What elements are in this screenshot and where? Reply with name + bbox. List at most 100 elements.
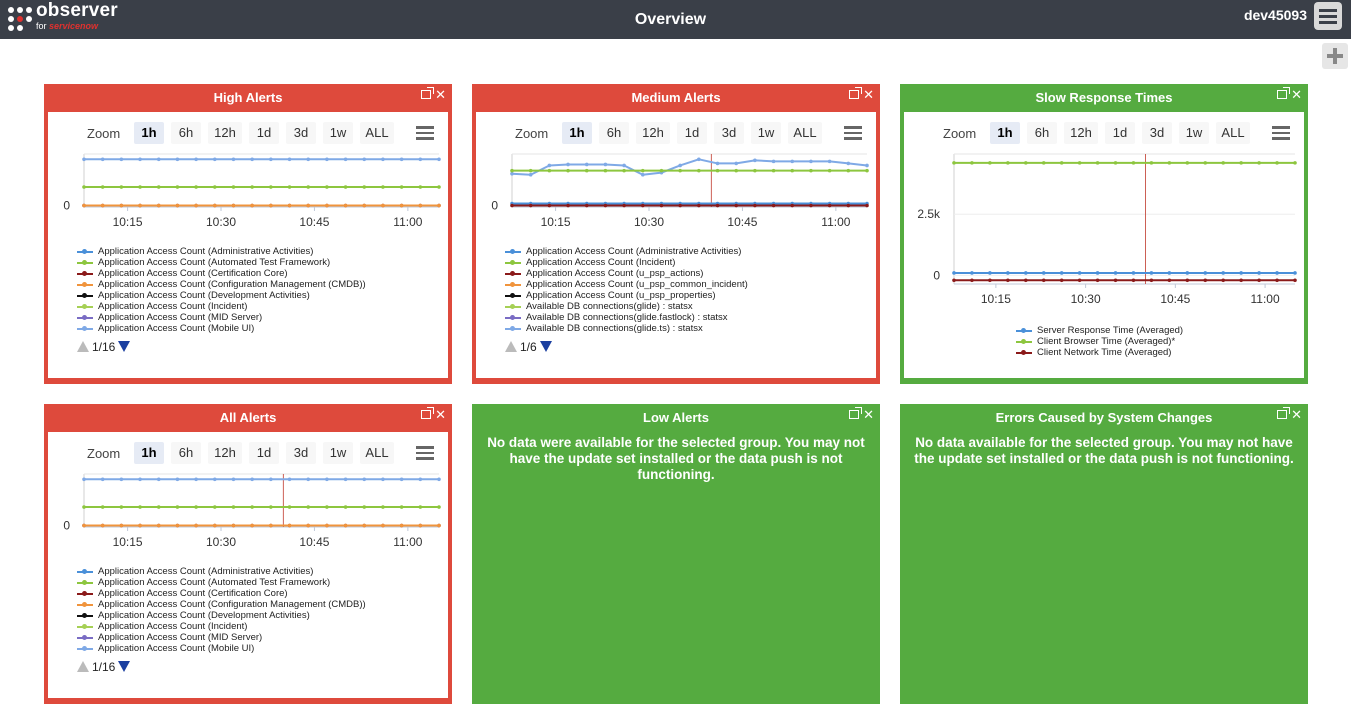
legend-item[interactable]: Application Access Count (Administrative… <box>505 246 748 257</box>
legend-item[interactable]: Application Access Count (Automated Test… <box>77 257 366 268</box>
chart-panel: Zoom 1h 6h 12h 1d 3d 1w ALL 0 10:15 10:30 10:45 11:… <box>476 112 876 378</box>
pager-down-icon[interactable] <box>118 661 131 672</box>
close-icon[interactable]: ✕ <box>435 87 446 102</box>
legend-label: Available DB connections(glide.ts) : sta… <box>526 323 703 334</box>
pager-up-icon[interactable] <box>505 341 517 352</box>
data-point <box>528 203 533 208</box>
data-point <box>1257 161 1261 165</box>
legend-swatch-icon <box>505 326 521 331</box>
popout-icon[interactable] <box>849 87 863 99</box>
legend-item[interactable]: Application Access Count (u_psp_actions) <box>505 268 748 279</box>
data-point <box>603 168 608 173</box>
data-point <box>437 157 441 162</box>
data-point <box>437 477 441 482</box>
popout-icon[interactable] <box>421 407 435 419</box>
popout-icon[interactable] <box>421 87 435 99</box>
legend-swatch-icon <box>505 304 521 309</box>
data-point <box>827 159 832 164</box>
plus-icon[interactable] <box>1322 43 1348 69</box>
legend-item[interactable]: Application Access Count (Administrative… <box>77 246 366 257</box>
close-icon[interactable]: ✕ <box>435 407 446 422</box>
data-point <box>659 203 664 208</box>
legend-item[interactable]: Application Access Count (Configuration … <box>77 599 366 610</box>
popout-icon[interactable] <box>1277 407 1291 419</box>
legend-item[interactable]: Client Browser Time (Averaged)* <box>1016 336 1183 347</box>
data-point <box>734 168 739 173</box>
chart-legend: Server Response Time (Averaged) Client Br… <box>1016 325 1183 358</box>
pager-up-icon[interactable] <box>77 341 89 352</box>
data-point <box>119 185 124 189</box>
data-point <box>399 157 404 162</box>
data-point <box>362 185 367 189</box>
legend-item[interactable]: Application Access Count (Incident) <box>77 621 366 632</box>
data-point <box>715 168 720 173</box>
pager-text: 1/6 <box>520 340 537 354</box>
legend-label: Application Access Count (Configuration … <box>98 279 366 290</box>
data-point <box>212 477 217 482</box>
legend-item[interactable]: Client Network Time (Averaged) <box>1016 347 1183 358</box>
legend-item[interactable]: Application Access Count (MID Server) <box>77 632 366 643</box>
pager-down-icon[interactable] <box>118 341 131 352</box>
data-point <box>1059 278 1064 283</box>
data-point <box>790 203 795 208</box>
data-point <box>194 505 198 509</box>
legend-item[interactable]: Application Access Count (Development Ac… <box>77 290 366 301</box>
data-point <box>952 278 956 283</box>
legend-item[interactable]: Application Access Count (Certification … <box>77 268 366 279</box>
popout-icon[interactable] <box>849 407 863 419</box>
legend-label: Application Access Count (u_psp_actions) <box>526 268 704 279</box>
data-point <box>325 203 329 208</box>
popout-icon[interactable] <box>1277 87 1291 99</box>
data-point <box>306 185 311 189</box>
y-tick-label: 0 <box>63 199 70 213</box>
legend-item[interactable]: Available DB connections(glide.fastlock)… <box>505 312 748 323</box>
hamburger-menu-icon[interactable] <box>1314 2 1342 30</box>
legend-item[interactable]: Application Access Count (Incident) <box>505 257 748 268</box>
data-point <box>381 157 385 162</box>
close-icon[interactable]: ✕ <box>863 87 874 102</box>
legend-item[interactable]: Application Access Count (Administrative… <box>77 566 366 577</box>
legend-item[interactable]: Application Access Count (Mobile UI) <box>77 323 366 334</box>
data-point <box>250 505 254 509</box>
page-title: Overview <box>634 11 707 28</box>
data-point <box>1113 278 1118 283</box>
data-point <box>100 185 105 189</box>
widget-controls: ✕ <box>849 407 874 423</box>
data-point <box>1167 271 1172 275</box>
data-point <box>659 168 664 173</box>
legend-item[interactable]: Application Access Count (Certification … <box>77 588 366 599</box>
series-line[interactable] <box>511 158 868 176</box>
data-point <box>566 168 570 173</box>
data-point <box>287 477 292 482</box>
legend-item[interactable]: Application Access Count (Development Ac… <box>77 610 366 621</box>
data-point <box>175 157 180 162</box>
legend-item[interactable]: Server Response Time (Averaged) <box>1016 325 1183 336</box>
legend-item[interactable]: Available DB connections(glide.ts) : sta… <box>505 323 748 334</box>
data-point <box>1293 161 1297 165</box>
data-point <box>734 161 739 166</box>
legend-item[interactable]: Application Access Count (u_psp_common_i… <box>505 279 748 290</box>
pager-up-icon[interactable] <box>77 661 89 672</box>
close-icon[interactable]: ✕ <box>863 407 874 422</box>
line-chart: 0 10:15 10:30 10:45 11:00 <box>63 473 441 549</box>
legend-swatch-icon <box>77 304 93 309</box>
legend-item[interactable]: Application Access Count (u_psp_properti… <box>505 290 748 301</box>
data-point <box>1203 271 1208 275</box>
legend-item[interactable]: Application Access Count (Mobile UI) <box>77 643 366 654</box>
data-point <box>325 523 329 528</box>
close-icon[interactable]: ✕ <box>1291 407 1302 422</box>
data-point <box>809 203 813 208</box>
legend-item[interactable]: Application Access Count (Incident) <box>77 301 366 312</box>
legend-item[interactable]: Application Access Count (MID Server) <box>77 312 366 323</box>
y-tick-label: 0 <box>63 519 70 533</box>
close-icon[interactable]: ✕ <box>1291 87 1302 102</box>
widget-title: Errors Caused by System Changes <box>995 410 1213 425</box>
legend-item[interactable]: Application Access Count (Configuration … <box>77 279 366 290</box>
data-point <box>697 157 701 162</box>
legend-item[interactable]: Application Access Count (Automated Test… <box>77 577 366 588</box>
legend-swatch-icon <box>77 613 93 618</box>
legend-item[interactable]: Available DB connections(glide) : statsx <box>505 301 748 312</box>
pager-down-icon[interactable] <box>539 341 552 352</box>
legend-label: Application Access Count (Administrative… <box>526 246 742 257</box>
instance-name[interactable]: dev45093 <box>1244 7 1307 23</box>
